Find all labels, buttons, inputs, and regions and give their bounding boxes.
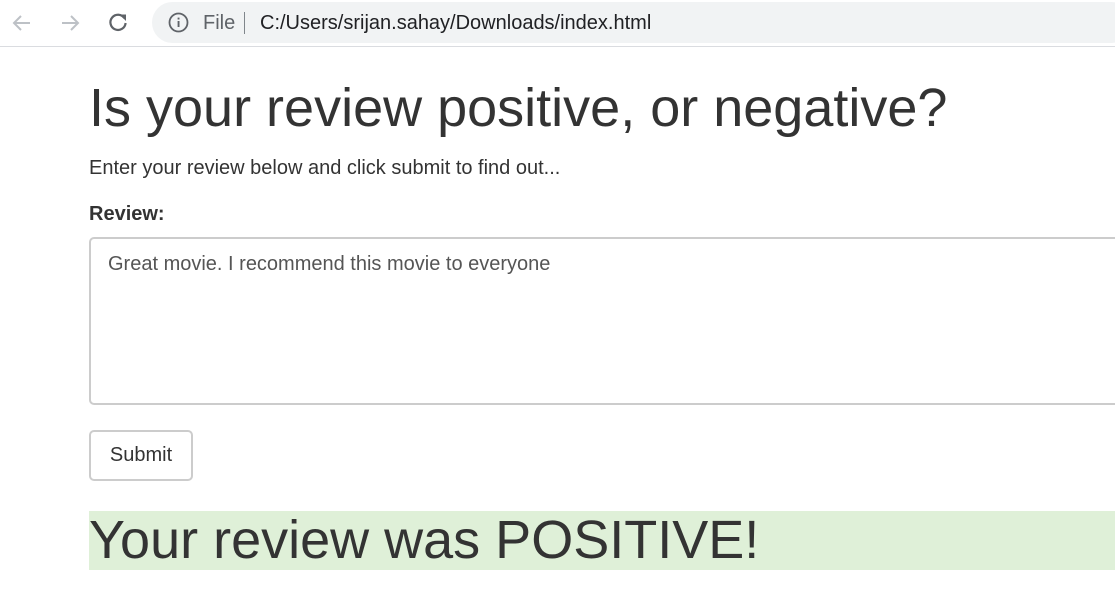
back-button[interactable] [6,7,38,39]
arrow-left-icon [12,15,30,31]
info-icon[interactable] [168,12,189,33]
review-label: Review: [89,203,165,225]
address-bar[interactable]: File C:/Users/srijan.sahay/Downloads/ind… [152,2,1115,43]
result-text: Your review was POSITIVE! [89,510,760,570]
scheme-label: File [203,12,236,34]
url-text[interactable]: C:/Users/srijan.sahay/Downloads/index.ht… [260,11,651,35]
page-title: Is your review positive, or negative? [89,78,948,138]
address-divider [244,12,245,34]
reload-button[interactable] [102,7,134,39]
reload-icon [109,13,127,32]
review-text: Great movie. I recommend this movie to e… [108,253,551,275]
review-textarea[interactable]: Great movie. I recommend this movie to e… [89,237,1115,405]
forward-button[interactable] [54,7,86,39]
submit-button[interactable]: Submit [89,430,193,481]
page-lead: Enter your review below and click submit… [89,157,561,179]
result-alert: Your review was POSITIVE! [89,510,1115,570]
arrow-right-icon [62,15,80,31]
browser-toolbar: File C:/Users/srijan.sahay/Downloads/ind… [0,0,1115,47]
